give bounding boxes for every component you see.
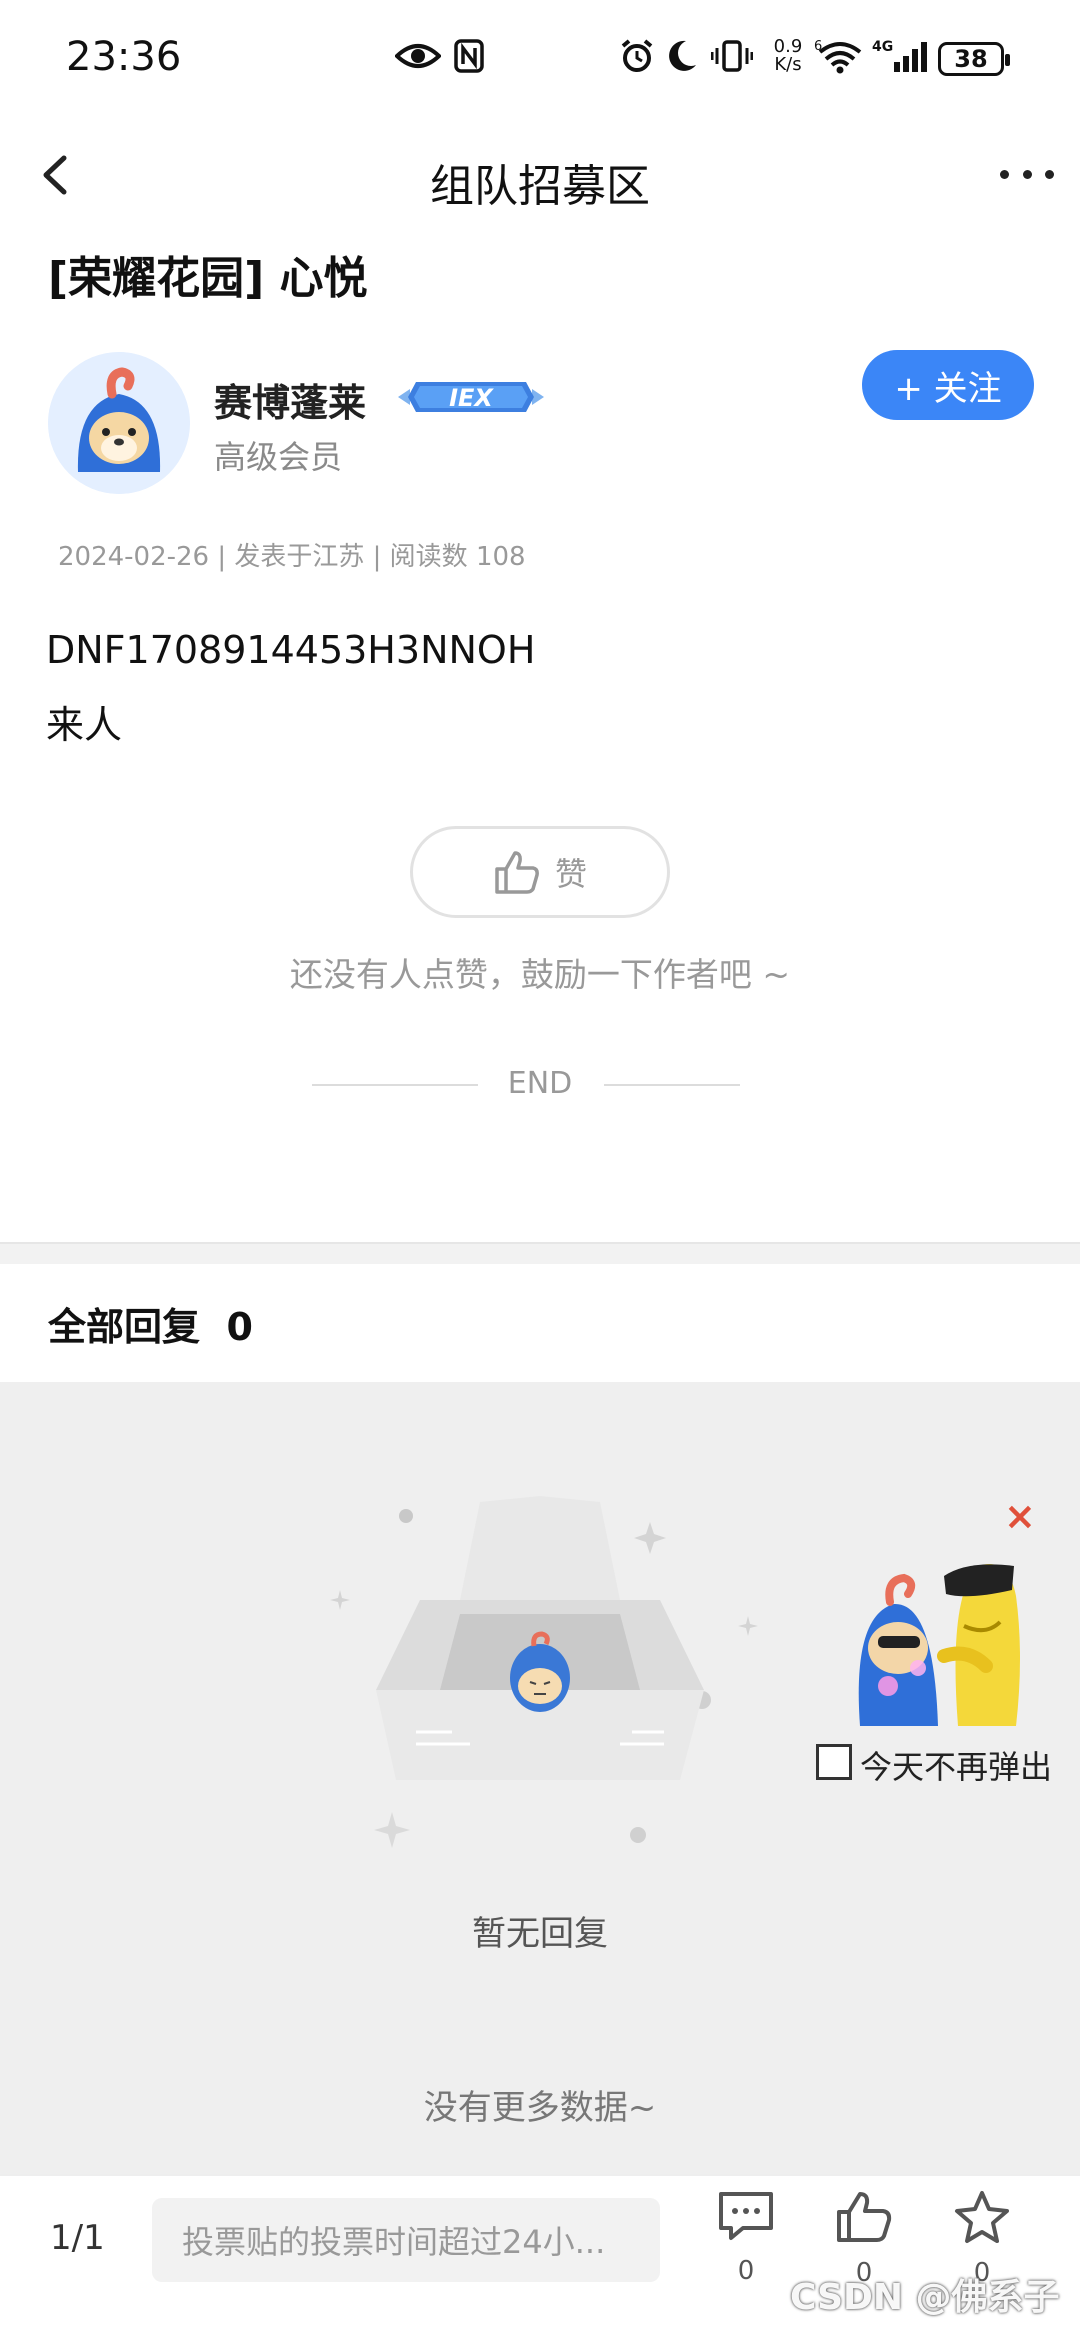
member-badge: IEX xyxy=(394,372,548,422)
more-options-button[interactable] xyxy=(1000,170,1054,182)
cell-signal-icon: 4G xyxy=(872,36,928,76)
comment-input[interactable]: 投票贴的投票时间超过24小... xyxy=(152,2198,660,2282)
no-more-data-text: 没有更多数据~ xyxy=(423,2088,657,2128)
author-avatar[interactable] xyxy=(48,352,190,494)
screen: 23:36 0.9 K/s 6 4G 38 组队招募区 [荣耀花园] 心悦 赛博… xyxy=(0,0,1080,2340)
replies-count: 0 xyxy=(226,1305,253,1349)
author-name[interactable]: 赛博蓬莱 xyxy=(214,372,366,427)
replies-title: 全部回复 xyxy=(48,1305,201,1349)
empty-box-illustration xyxy=(330,1496,758,1848)
like-label: 赞 xyxy=(554,855,587,893)
vibrate-icon xyxy=(710,36,754,76)
watermark: CSDN @佛系子 xyxy=(790,2277,1060,2318)
badge-icon: IEX xyxy=(398,382,544,412)
like-hint: 还没有人点赞，鼓励一下作者吧 ~ xyxy=(289,955,791,994)
end-label: END xyxy=(507,1066,573,1101)
section-divider xyxy=(0,1242,1080,1264)
network-speed: 0.9 K/s xyxy=(773,36,803,75)
post-body-line: 来人 xyxy=(46,703,123,747)
no-replies-text: 暂无回复 xyxy=(472,1914,608,1954)
more-dot-icon xyxy=(1022,170,1032,179)
thumbs-up-icon xyxy=(495,851,539,894)
more-dot-icon xyxy=(1000,170,1009,179)
status-time: 23:36 xyxy=(66,34,182,80)
dont-show-today-checkbox[interactable] xyxy=(816,1744,852,1780)
comment-button[interactable]: 0 xyxy=(706,2190,786,2310)
comment-count: 0 xyxy=(737,2256,755,2286)
svg-text:IEX: IEX xyxy=(449,384,494,412)
page-title: 组队招募区 xyxy=(430,161,650,212)
thumbs-up-icon xyxy=(837,2192,892,2242)
nfc-icon xyxy=(452,36,486,76)
post-meta: 2024-02-26 | 发表于江苏 | 阅读数 108 xyxy=(58,542,526,572)
svg-text:4G: 4G xyxy=(872,39,893,55)
post-title: [荣耀花园] 心悦 xyxy=(48,253,368,304)
follow-button[interactable]: + 关注 xyxy=(862,350,1034,420)
star-icon xyxy=(955,2191,1009,2243)
alarm-icon xyxy=(618,36,656,76)
moon-icon xyxy=(664,36,700,76)
battery-indicator: 38 xyxy=(938,42,1010,76)
wifi-icon: 6 xyxy=(814,36,862,76)
page-indicator: 1/1 xyxy=(50,2218,105,2258)
mascot-popup-icon[interactable] xyxy=(848,1536,1032,1736)
eye-icon xyxy=(394,36,442,76)
comment-icon xyxy=(719,2192,773,2240)
post-body-line: DNF1708914453H3NNOH xyxy=(46,628,536,672)
replies-header: 全部回复 0 xyxy=(48,1296,253,1351)
popup-close-button[interactable]: × xyxy=(1004,1494,1036,1538)
dont-show-today-label[interactable]: 今天不再弹出 xyxy=(860,1742,1052,1788)
more-dot-icon xyxy=(1045,170,1054,179)
author-level: 高级会员 xyxy=(214,438,343,476)
like-button[interactable]: 赞 xyxy=(410,826,670,918)
mascot-avatar-icon xyxy=(48,352,190,494)
